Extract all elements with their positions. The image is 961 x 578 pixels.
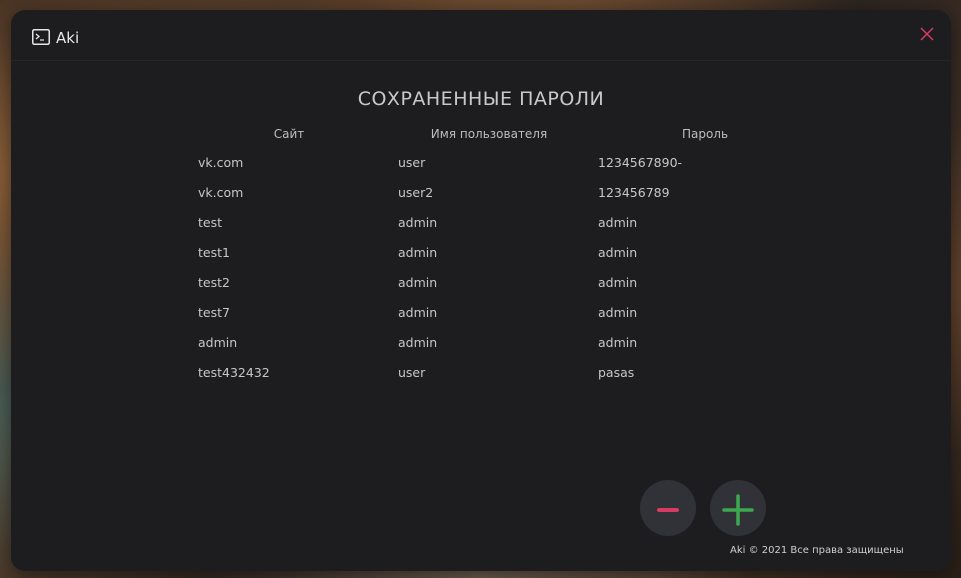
cell-site: vk.com xyxy=(198,155,244,170)
cell-password: 1234567890- xyxy=(598,155,683,170)
cell-username: admin xyxy=(398,215,438,230)
password-list: vk.com user 1234567890- vk.com user2 123… xyxy=(198,155,798,395)
table-row[interactable]: test7 admin admin xyxy=(198,305,798,335)
close-button[interactable] xyxy=(916,23,938,45)
table-row[interactable]: test432432 user pasas xyxy=(198,365,798,395)
app-title: Aki xyxy=(56,29,80,47)
cell-password: admin xyxy=(598,215,638,230)
table-row[interactable]: vk.com user 1234567890- xyxy=(198,155,798,185)
app-window: Aki СОХРАНЕННЫЕ ПАРОЛИ Сайт Имя пользова… xyxy=(11,10,951,571)
cell-site: test7 xyxy=(198,305,230,320)
add-password-button[interactable] xyxy=(710,480,766,536)
cell-username: admin xyxy=(398,245,438,260)
table-row[interactable]: admin admin admin xyxy=(198,335,798,365)
terminal-icon xyxy=(32,29,50,45)
column-header-username: Имя пользователя xyxy=(430,127,548,141)
cell-password: admin xyxy=(598,275,638,290)
page-title: СОХРАНЕННЫЕ ПАРОЛИ xyxy=(357,88,605,110)
cell-site: test xyxy=(198,215,223,230)
cell-site: vk.com xyxy=(198,185,244,200)
cell-password: admin xyxy=(598,335,638,350)
table-row[interactable]: vk.com user2 123456789 xyxy=(198,185,798,215)
copyright-footer: Aki © 2021 Все права защищены xyxy=(730,545,904,556)
table-row[interactable]: test admin admin xyxy=(198,215,798,245)
cell-site: test2 xyxy=(198,275,230,290)
table-row[interactable]: test1 admin admin xyxy=(198,245,798,275)
cell-username: user xyxy=(398,155,426,170)
close-icon xyxy=(920,27,934,41)
cell-username: user2 xyxy=(398,185,434,200)
cell-site: admin xyxy=(198,335,238,350)
title-bar: Aki xyxy=(11,10,951,61)
cell-username: admin xyxy=(398,275,438,290)
cell-password: pasas xyxy=(598,365,635,380)
minus-icon xyxy=(657,508,679,512)
cell-username: admin xyxy=(398,335,438,350)
cell-site: test432432 xyxy=(198,365,270,380)
cell-username: user xyxy=(398,365,426,380)
cell-username: admin xyxy=(398,305,438,320)
column-header-site: Сайт xyxy=(273,127,305,141)
cell-password: admin xyxy=(598,245,638,260)
plus-icon xyxy=(722,494,754,526)
cell-password: 123456789 xyxy=(598,185,670,200)
column-header-password: Пароль xyxy=(681,127,729,141)
cell-site: test1 xyxy=(198,245,230,260)
table-row[interactable]: test2 admin admin xyxy=(198,275,798,305)
cell-password: admin xyxy=(598,305,638,320)
remove-password-button[interactable] xyxy=(640,480,696,536)
